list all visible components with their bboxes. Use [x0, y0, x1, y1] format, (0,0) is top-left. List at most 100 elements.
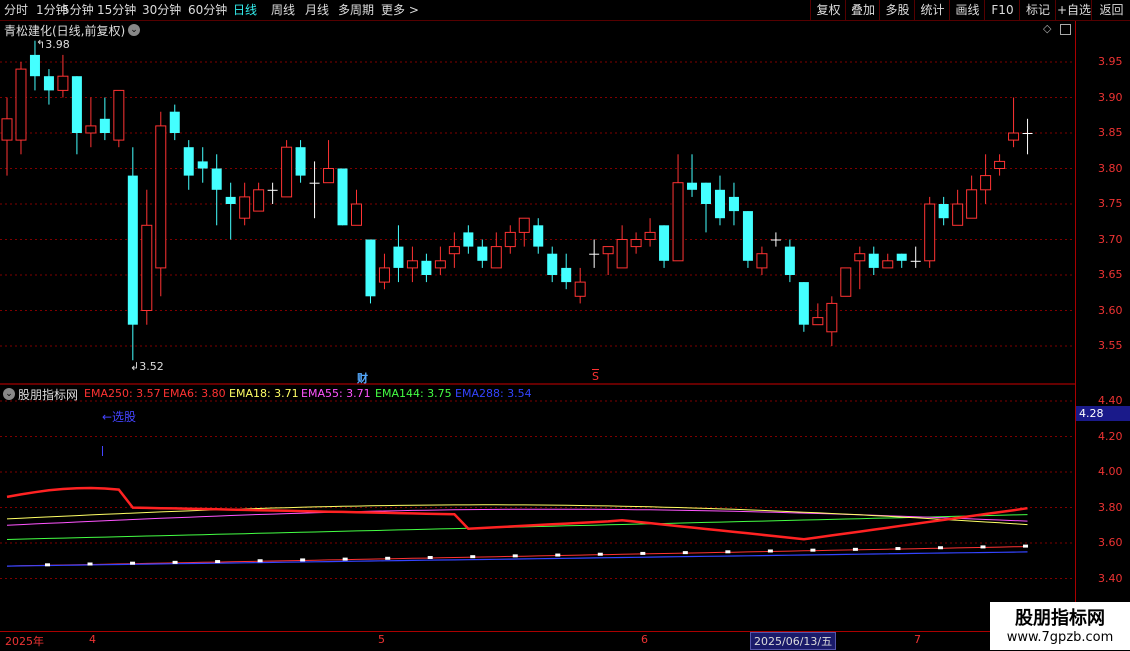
candle-body [742, 211, 753, 261]
watermark-title: 股朋指标网 [1015, 608, 1105, 629]
candle-body [29, 54, 40, 77]
chevron-down-icon[interactable]: ⌄ [3, 388, 15, 400]
candle-body [323, 168, 335, 184]
candle-body [574, 281, 586, 297]
candle-body [211, 168, 222, 190]
signal-dash [980, 545, 986, 549]
indicator-tick-label: 3.40 [1098, 571, 1123, 585]
ema-legend-item: EMA6: 3.80 [163, 387, 226, 400]
candle-body [378, 267, 390, 283]
high-marker-value: 3.98 [45, 38, 70, 51]
candle-body [281, 146, 293, 198]
candle-body [1008, 132, 1020, 141]
candle-body [490, 246, 502, 269]
finance-marker[interactable]: 财 [357, 370, 368, 386]
candle-body [365, 239, 376, 297]
candle-body [71, 76, 82, 133]
candle-body [253, 189, 265, 212]
date-label: 4 [89, 633, 96, 646]
candle-body [798, 282, 809, 325]
price-tick-label: 3.70 [1098, 232, 1123, 246]
date-label: 2025年 [5, 635, 44, 648]
candle-body [882, 260, 894, 269]
candle-body [770, 239, 781, 241]
candle-body [127, 175, 138, 325]
signal-dash [342, 557, 348, 561]
signal-dash [852, 547, 858, 551]
indicator-tick-label: 4.20 [1098, 429, 1123, 443]
signal-tick [102, 446, 103, 456]
candle-body [309, 182, 320, 184]
ema-legend-item: EMA288: 3.54 [455, 387, 532, 400]
high-marker: ↰3.98 [36, 38, 70, 51]
signal-dash [45, 563, 50, 567]
price-tick-label: 3.90 [1098, 90, 1123, 104]
candle-body [448, 246, 460, 255]
candle-body [504, 231, 516, 248]
candle-body [239, 196, 251, 219]
candle-body [155, 125, 167, 269]
candle-body [351, 203, 362, 226]
candle-body [197, 161, 208, 169]
candle-body [630, 239, 642, 248]
signal-dash [810, 548, 816, 552]
ema-legend-item: EMA18: 3.71 [229, 387, 299, 400]
candle-body [924, 203, 936, 262]
kline-chart[interactable] [0, 0, 1075, 631]
ema-legend-item: EMA250: 3.57 [84, 387, 161, 400]
price-tick-label: 3.65 [1098, 268, 1123, 281]
ema-legend-item: EMA55: 3.71 [301, 387, 371, 400]
candle-body [337, 168, 348, 226]
signal-dash [937, 546, 943, 550]
signal-dash [895, 547, 901, 551]
candle-body [533, 225, 544, 247]
candle-body [687, 182, 698, 190]
signal-dash [1023, 544, 1029, 548]
current-value-badge: 4.28 [1076, 406, 1130, 421]
candle-body [701, 182, 711, 204]
candle-body [644, 231, 656, 240]
candle-body [672, 182, 684, 262]
candle-body [728, 196, 739, 212]
signal-dash [767, 549, 773, 553]
price-tick-label: 3.95 [1098, 55, 1123, 68]
candle-body [477, 246, 488, 261]
price-tick-label: 3.55 [1098, 339, 1123, 352]
candle-body [113, 89, 125, 141]
candle-body [994, 160, 1006, 169]
back-button[interactable]: 返回 [1091, 0, 1130, 20]
sell-marker[interactable]: S [592, 370, 599, 383]
signal-dash [130, 561, 136, 565]
signal-dash [87, 562, 93, 566]
candle-body [910, 260, 921, 262]
candle-body [952, 203, 964, 226]
candle-body [43, 76, 54, 91]
candle-body [659, 225, 670, 261]
candle-body [854, 253, 866, 262]
indicator-tick-label: 4.00 [1098, 465, 1123, 478]
candle-body [518, 217, 530, 233]
signal-dash [427, 555, 433, 559]
candle-body [784, 246, 795, 275]
signal-dash [257, 559, 263, 563]
candle-body [561, 267, 572, 283]
candle-body [183, 147, 194, 176]
candle-body [434, 260, 446, 269]
signal-dash [555, 553, 561, 557]
signal-dash [725, 550, 731, 554]
candle-body [868, 253, 879, 268]
signal-dash [300, 558, 306, 562]
candle-body [463, 232, 474, 247]
indicator-title: 股朋指标网 [18, 388, 79, 402]
signal-dash [172, 560, 178, 564]
candle-body [57, 75, 69, 91]
indicator-tick-label: 3.60 [1098, 536, 1123, 549]
date-cursor-label: 2025/06/13/五 [750, 632, 837, 650]
signal-dash [640, 551, 646, 555]
price-tick-label: 3.80 [1098, 161, 1123, 175]
candle-body [616, 239, 628, 269]
date-label: 6 [641, 633, 648, 646]
candle-body [406, 260, 418, 269]
date-label: 7 [914, 633, 921, 646]
candle-body [896, 253, 907, 261]
